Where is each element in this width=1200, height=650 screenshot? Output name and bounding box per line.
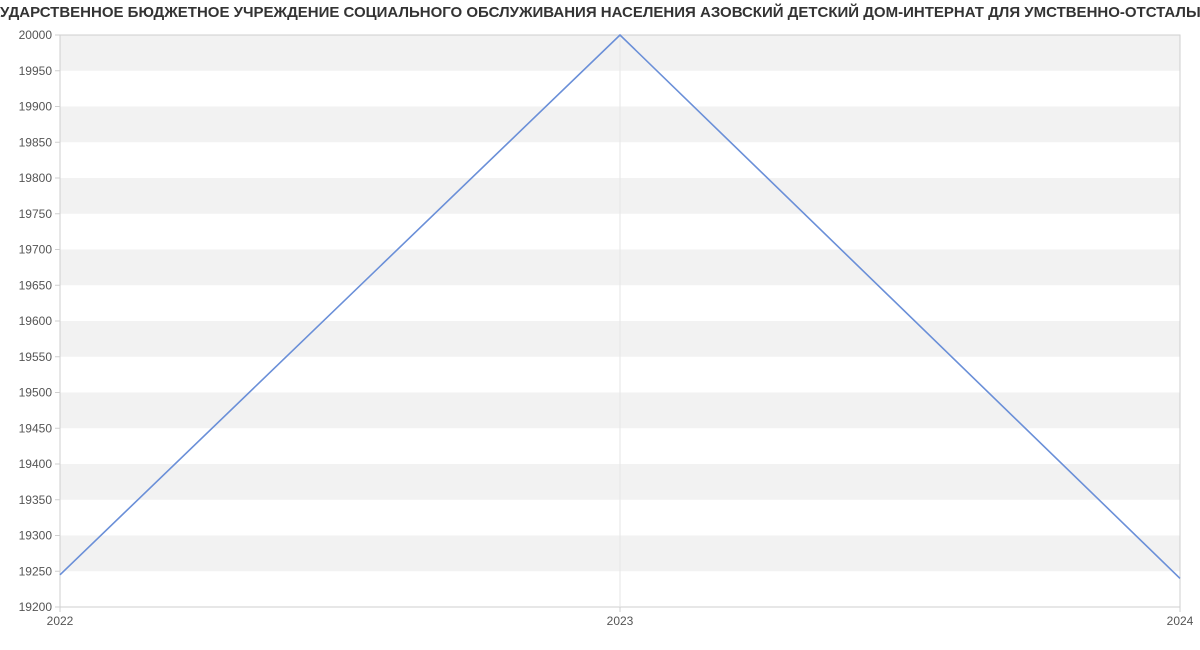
y-tick-label: 19750: [19, 207, 53, 221]
y-tick-label: 19350: [19, 493, 53, 507]
y-tick-label: 19700: [19, 243, 53, 257]
y-tick-label: 19600: [19, 314, 53, 328]
y-tick-label: 19300: [19, 529, 53, 543]
line-chart: 19200 19250 19300 19350 19400 19450 19500 19550…: [0, 27, 1200, 637]
y-tick-label: 19400: [19, 457, 53, 471]
y-tick-label: 19800: [19, 171, 53, 185]
y-tick-label: 19850: [19, 135, 53, 149]
y-tick-label: 19950: [19, 64, 53, 78]
y-tick-label: 19250: [19, 564, 53, 578]
y-tick-label: 19200: [19, 600, 53, 614]
x-tick-label: 2024: [1167, 614, 1194, 628]
x-tick-label: 2022: [47, 614, 74, 628]
chart-title: УДАРСТВЕННОЕ БЮДЖЕТНОЕ УЧРЕЖДЕНИЕ СОЦИАЛ…: [0, 0, 1200, 27]
y-tick-label: 19450: [19, 421, 53, 435]
y-tick-label: 20000: [19, 28, 53, 42]
y-tick-label: 19550: [19, 350, 53, 364]
y-tick-label: 19500: [19, 386, 53, 400]
chart-container: 19200 19250 19300 19350 19400 19450 19500 19550…: [0, 27, 1200, 637]
x-tick-label: 2023: [607, 614, 634, 628]
y-tick-label: 19900: [19, 100, 53, 114]
y-tick-label: 19650: [19, 278, 53, 292]
